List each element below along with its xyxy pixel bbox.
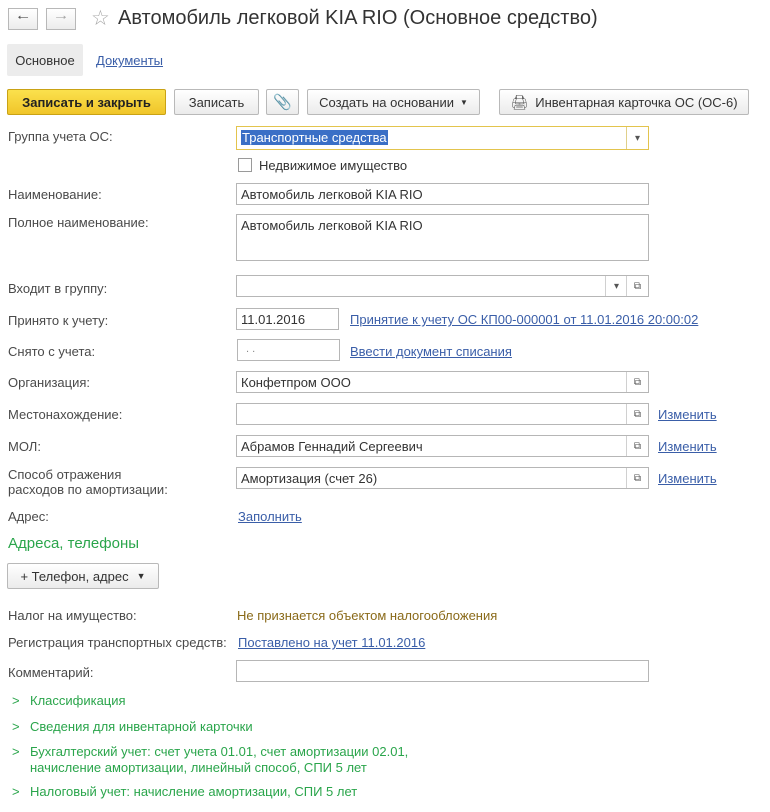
org-label: Организация: — [8, 375, 91, 390]
group-tax-accounting-label: Налоговый учет: начисление амортизации, … — [30, 784, 358, 799]
attach-button[interactable]: 📎 — [266, 89, 299, 115]
accepted-label: Принято к учету: — [8, 313, 109, 328]
group-accounting-label-line1: Бухгалтерский учет: счет учета 01.01, сч… — [30, 744, 409, 759]
star-icon[interactable]: ☆ — [91, 6, 110, 31]
add-contact-button[interactable]: + Телефон, адрес ▼ — [7, 563, 159, 589]
amort-value: Амортизация (счет 26) — [241, 471, 378, 486]
forward-button[interactable]: 🠂 — [46, 8, 76, 30]
group-accounting-line2[interactable]: начисление амортизации, линейный способ,… — [30, 760, 367, 775]
group-inventory-card-info[interactable]: > Сведения для инвентарной карточки — [12, 719, 253, 734]
create-based-button[interactable]: Создать на основании ▼ — [307, 89, 480, 115]
inventory-card-label: Инвентарная карточка ОС (ОС-6) — [535, 94, 738, 110]
name-label: Наименование: — [8, 187, 102, 202]
group-classification[interactable]: > Классификация — [12, 693, 126, 708]
chevron-right-icon: > — [12, 744, 20, 759]
name-field[interactable]: Автомобиль легковой KIA RIO — [236, 183, 649, 205]
create-based-label: Создать на основании — [319, 94, 454, 110]
chevron-down-icon: ▼ — [459, 97, 468, 107]
arrow-left-icon: 🠀 — [17, 9, 29, 25]
chevron-right-icon: > — [12, 693, 20, 708]
paperclip-icon: 📎 — [273, 94, 292, 111]
write-off-link[interactable]: Ввести документ списания — [350, 344, 512, 359]
group-tax-accounting[interactable]: > Налоговый учет: начисление амортизации,… — [12, 784, 357, 799]
fullname-field[interactable]: Автомобиль легковой KIA RIO — [236, 214, 649, 261]
org-field[interactable]: Конфетпром ООО ⧉ — [236, 371, 649, 393]
mol-label: МОЛ: — [8, 439, 41, 454]
registration-link[interactable]: Поставлено на учет 11.01.2016 — [238, 635, 425, 650]
comment-label: Комментарий: — [8, 665, 94, 680]
parent-label: Входит в группу: — [8, 281, 108, 296]
chevron-right-icon: > — [12, 719, 20, 734]
address-fill-link[interactable]: Заполнить — [238, 509, 302, 524]
amort-label-line1: Способ отражения — [8, 467, 122, 482]
amort-change-link[interactable]: Изменить — [658, 471, 717, 486]
contacts-section-title: Адреса, телефоны — [8, 535, 140, 552]
tab-documents[interactable]: Документы — [96, 53, 163, 68]
printer-icon: 🖨 — [510, 93, 529, 110]
mol-field[interactable]: Абрамов Геннадий Сергеевич ⧉ — [236, 435, 649, 457]
mol-change-link[interactable]: Изменить — [658, 439, 717, 454]
dropdown-arrow-icon[interactable]: ▾ — [626, 127, 648, 149]
comment-field[interactable] — [236, 660, 649, 682]
removed-date-field[interactable]: . . — [237, 339, 340, 361]
group-accounting-label-line2: начисление амортизации, линейный способ,… — [30, 760, 367, 775]
open-icon[interactable]: ⧉ — [626, 468, 648, 488]
open-icon[interactable]: ⧉ — [626, 372, 648, 392]
removed-label: Снято с учета: — [8, 344, 96, 359]
save-button[interactable]: Записать — [174, 89, 259, 115]
address-label: Адрес: — [8, 509, 49, 524]
location-label: Местонахождение: — [8, 407, 123, 422]
group-inventory-card-label: Сведения для инвентарной карточки — [30, 719, 253, 734]
real-estate-label: Недвижимое имущество — [259, 158, 408, 173]
fullname-label: Полное наименование: — [8, 215, 149, 230]
chevron-down-icon: ▼ — [136, 571, 146, 581]
org-value: Конфетпром ООО — [241, 375, 351, 390]
mol-value: Абрамов Геннадий Сергеевич — [241, 439, 423, 454]
dropdown-arrow-icon[interactable]: ▾ — [605, 276, 627, 296]
group-value: Транспортные средства — [241, 130, 388, 145]
page-title: Автомобиль легковой KIA RIO (Основное ср… — [118, 7, 598, 29]
registration-label: Регистрация транспортных средств: — [8, 635, 227, 650]
group-field[interactable]: Транспортные средства ▾ — [236, 126, 649, 150]
tab-main[interactable]: Основное — [7, 44, 83, 76]
property-tax-value: Не признается объектом налогообложения — [237, 608, 498, 623]
inventory-card-button[interactable]: 🖨 Инвентарная карточка ОС (ОС-6) — [499, 89, 749, 115]
accepted-date-field[interactable]: 11.01.2016 — [236, 308, 339, 330]
accepted-document-link[interactable]: Принятие к учету ОС КП00-000001 от 11.01… — [350, 312, 698, 327]
back-button[interactable]: 🠀 — [8, 8, 38, 30]
arrow-right-icon: 🠂 — [55, 9, 67, 25]
location-field[interactable]: ⧉ — [236, 403, 649, 425]
add-contact-label: + Телефон, адрес — [20, 568, 129, 584]
save-close-button[interactable]: Записать и закрыть — [7, 89, 166, 115]
group-label: Группа учета ОС: — [8, 129, 113, 144]
group-accounting[interactable]: > Бухгалтерский учет: счет учета 01.01, с… — [12, 744, 408, 759]
open-icon[interactable]: ⧉ — [626, 404, 648, 424]
chevron-right-icon: > — [12, 784, 20, 799]
location-change-link[interactable]: Изменить — [658, 407, 717, 422]
real-estate-checkbox[interactable] — [238, 158, 252, 172]
open-icon[interactable]: ⧉ — [626, 276, 648, 296]
group-classification-label: Классификация — [30, 693, 126, 708]
amort-field[interactable]: Амортизация (счет 26) ⧉ — [236, 467, 649, 489]
parent-field[interactable]: ▾ ⧉ — [236, 275, 649, 297]
open-icon[interactable]: ⧉ — [626, 436, 648, 456]
amort-label-line2: расходов по амортизации: — [8, 482, 168, 497]
property-tax-label: Налог на имущество: — [8, 608, 137, 623]
